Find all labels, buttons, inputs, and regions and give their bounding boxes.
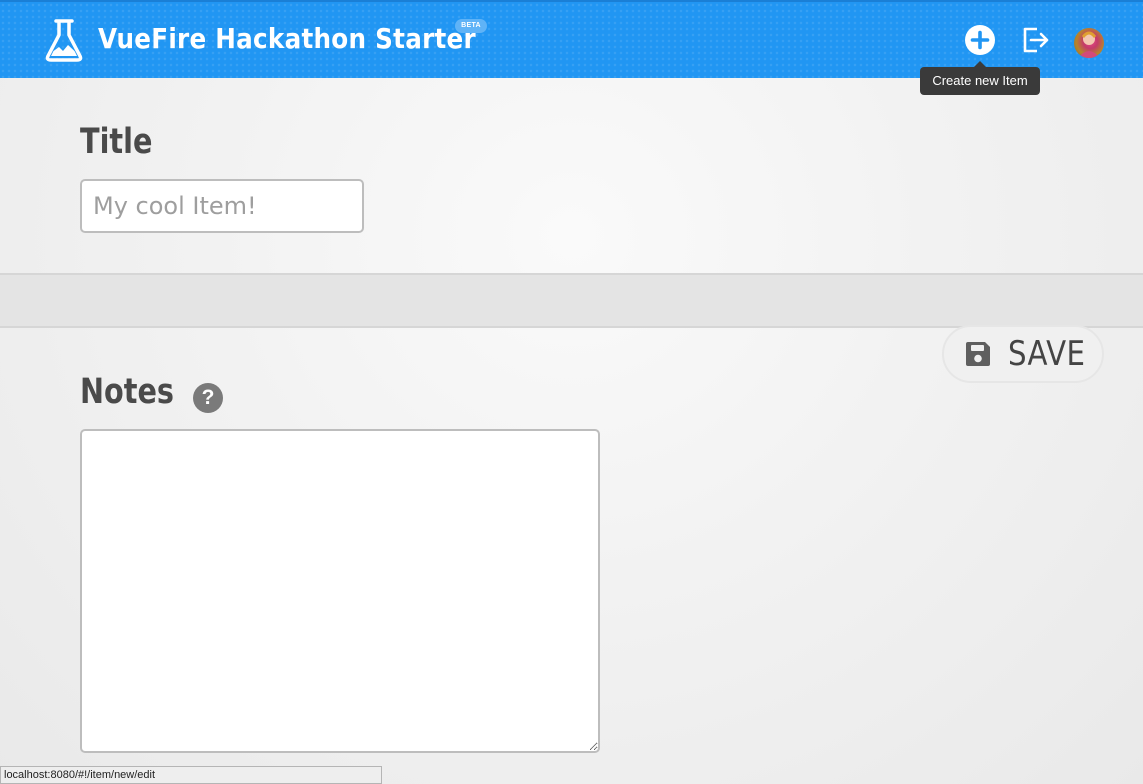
app-title[interactable]: VueFire Hackathon Starter (98, 22, 476, 55)
flask-logo-icon[interactable] (44, 18, 84, 62)
create-item-tooltip: Create new Item (920, 61, 1040, 95)
beta-badge: BETA (455, 19, 487, 33)
notes-textarea[interactable] (80, 429, 600, 753)
user-avatar[interactable] (1074, 28, 1104, 58)
logout-icon (1020, 24, 1052, 61)
notes-label: Notes (80, 372, 175, 412)
floppy-disk-icon (962, 338, 994, 370)
save-button-label: SAVE (1008, 334, 1086, 374)
title-input[interactable] (80, 179, 364, 233)
section-divider (0, 273, 1143, 328)
help-icon[interactable]: ? (193, 383, 223, 413)
logout-button[interactable] (1019, 25, 1053, 59)
plus-circle-icon (964, 24, 996, 61)
create-item-button[interactable] (963, 24, 997, 61)
save-button[interactable]: SAVE (942, 325, 1104, 383)
browser-status-bar: localhost:8080/#!/item/new/edit (0, 766, 382, 784)
title-label: Title (80, 122, 153, 162)
